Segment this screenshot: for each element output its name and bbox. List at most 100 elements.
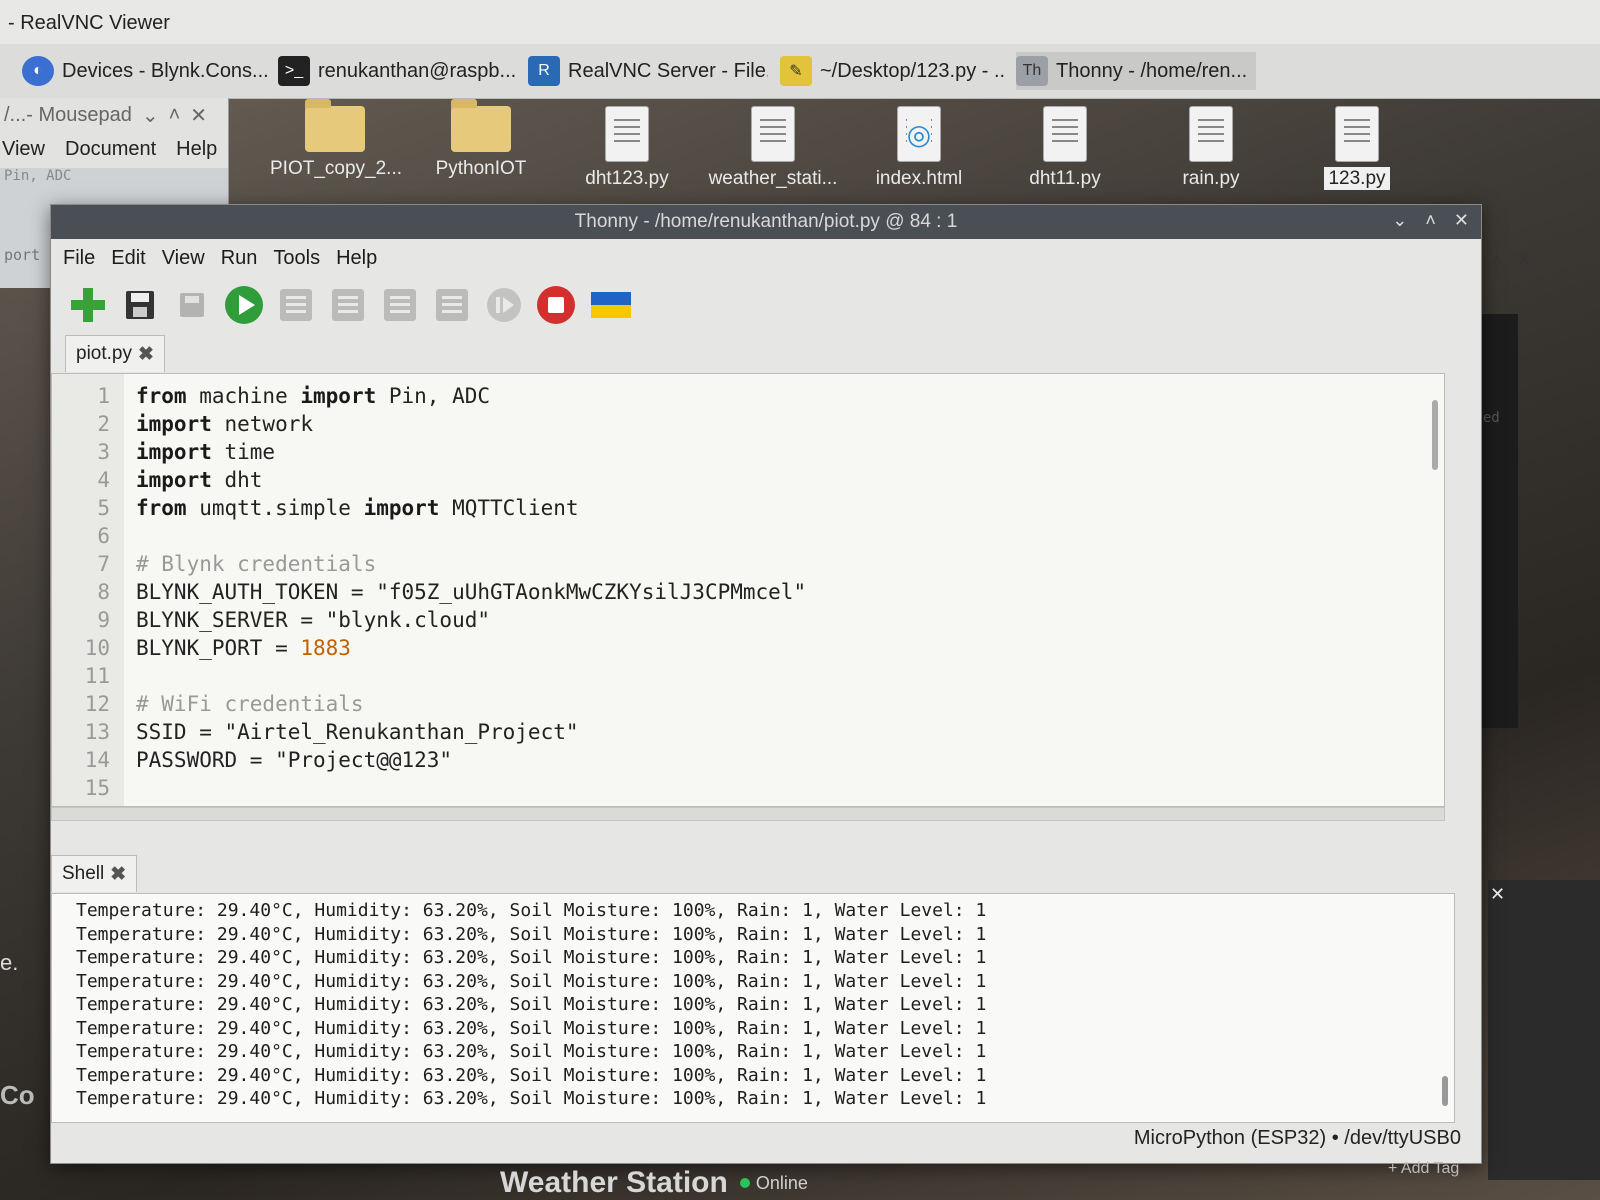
debug-button[interactable] xyxy=(275,284,317,326)
editor-scrollbar[interactable] xyxy=(1430,380,1440,800)
interpreter-status[interactable]: MicroPython (ESP32) • /dev/ttyUSB0 xyxy=(1134,1127,1461,1150)
code-text: # Blynk credentials xyxy=(136,552,377,576)
text-file-icon xyxy=(1335,106,1379,162)
shell-line: Temperature: 29.40°C, Humidity: 63.20%, … xyxy=(76,994,987,1015)
menu-view[interactable]: View xyxy=(162,247,205,270)
close-icon[interactable]: ✕ xyxy=(1490,884,1505,905)
line-number: 12 xyxy=(84,692,110,716)
shell-scrollbar[interactable] xyxy=(1440,898,1450,1116)
save-button[interactable] xyxy=(119,284,161,326)
maximize-icon[interactable]: ˄ xyxy=(1492,250,1503,271)
maximize-icon[interactable]: ˄ xyxy=(169,104,181,127)
stop-icon xyxy=(537,286,575,324)
desktop-icon-123[interactable]: 123.py xyxy=(1292,98,1422,190)
shell-line: Temperature: 29.40°C, Humidity: 63.20%, … xyxy=(76,947,987,968)
terminal-icon: >_ xyxy=(278,56,310,86)
folder-icon xyxy=(451,99,511,152)
text-file-icon xyxy=(1043,106,1087,162)
new-file-button[interactable] xyxy=(67,284,109,326)
run-button[interactable] xyxy=(223,284,265,326)
taskbar-item-realvnc[interactable]: R RealVNC Server - File... xyxy=(528,52,768,90)
code-text: import time xyxy=(136,440,276,464)
ukraine-flag-icon xyxy=(591,292,631,318)
line-number: 1 xyxy=(97,384,110,408)
code-text: from machine import Pin, ADC xyxy=(136,384,491,408)
editor-icon: ✎ xyxy=(780,56,812,86)
code-text: SSID = "Airtel_Renukanthan_Project" xyxy=(136,720,579,744)
add-tag-button[interactable]: + Add Tag xyxy=(1388,1160,1459,1178)
tab-piot-py[interactable]: piot.py ✖ xyxy=(65,335,165,372)
close-tab-icon[interactable]: ✖ xyxy=(138,343,154,366)
code-line: 11 xyxy=(52,662,1444,690)
close-icon[interactable]: ✕ xyxy=(190,103,207,128)
menu-file[interactable]: File xyxy=(63,247,95,270)
desktop-icon-piot-copy[interactable]: PIOT_copy_2... xyxy=(270,98,402,180)
desktop-icon-index-html[interactable]: ◎ index.html xyxy=(854,98,984,190)
line-number: 11 xyxy=(84,664,110,688)
menu-view[interactable]: View xyxy=(2,138,45,161)
resume-button[interactable] xyxy=(483,284,525,326)
taskbar-item-mousepad[interactable]: ✎ ~/Desktop/123.py - ... xyxy=(780,52,1004,90)
shell-output[interactable]: Temperature: 29.40°C, Humidity: 63.20%, … xyxy=(51,893,1455,1123)
shell-line: Temperature: 29.40°C, Humidity: 63.20%, … xyxy=(76,900,987,921)
run-icon xyxy=(225,286,263,324)
desktop-icon-dht123[interactable]: dht123.py xyxy=(562,98,692,190)
shell-line: Temperature: 29.40°C, Humidity: 63.20%, … xyxy=(76,923,987,945)
maximize-icon[interactable]: ˄ xyxy=(1425,210,1436,231)
text-file-icon xyxy=(751,106,795,162)
line-number: 8 xyxy=(97,580,110,604)
line-number: 4 xyxy=(97,468,110,492)
mousepad-menubar: View Document Help xyxy=(0,132,217,166)
taskbar-item-blynk[interactable]: ◐ Devices - Blynk.Cons... xyxy=(22,52,272,90)
shell-line: Temperature: 29.40°C, Humidity: 63.20%, … xyxy=(76,1041,987,1062)
chevron-down-icon[interactable]: ⌄ xyxy=(142,103,159,128)
menu-tools[interactable]: Tools xyxy=(273,247,320,270)
toolbar xyxy=(67,281,635,329)
shell-line: Temperature: 29.40°C, Humidity: 63.20%, … xyxy=(76,1064,987,1086)
close-icon[interactable]: ✕ xyxy=(1517,250,1532,271)
ukraine-flag-button[interactable] xyxy=(587,284,635,326)
background-panel xyxy=(1488,880,1600,1180)
desktop-icon-dht11[interactable]: dht11.py xyxy=(1000,98,1130,190)
desktop-icon-pythoniot[interactable]: PythonIOT xyxy=(416,98,546,180)
menu-help[interactable]: Help xyxy=(176,138,217,161)
load-button[interactable] xyxy=(171,284,213,326)
html-file-icon: ◎ xyxy=(897,106,941,162)
step-over-icon xyxy=(332,289,364,321)
menu-document[interactable]: Document xyxy=(65,138,156,161)
code-text: # WiFi credentials xyxy=(136,692,364,716)
close-icon[interactable]: ✕ xyxy=(1454,210,1469,231)
taskbar-item-terminal[interactable]: >_ renukanthan@raspb... xyxy=(278,52,516,90)
line-number: 7 xyxy=(97,552,110,576)
line-number: 14 xyxy=(84,748,110,772)
stop-button[interactable] xyxy=(535,284,577,326)
menu-run[interactable]: Run xyxy=(221,247,258,270)
menu-edit[interactable]: Edit xyxy=(111,247,145,270)
taskbar-item-thonny[interactable]: Th Thonny - /home/ren... xyxy=(1016,52,1256,90)
code-line: 6 xyxy=(52,522,1444,550)
code-editor[interactable]: 1 from machine import Pin, ADC 2 import net… xyxy=(51,373,1445,807)
vnc-title: - RealVNC Viewer xyxy=(8,12,170,34)
folder-icon xyxy=(305,99,365,152)
minimize-icon[interactable]: ⌄ xyxy=(1392,210,1407,231)
tab-shell[interactable]: Shell ✖ xyxy=(51,855,138,892)
desktop-icon-weather-station[interactable]: weather_stati... xyxy=(708,98,838,190)
line-number: 6 xyxy=(97,524,110,548)
code-line: 14 PASSWORD = "Project@@123" xyxy=(52,746,1444,774)
thonny-icon: Th xyxy=(1016,56,1048,86)
browser-icon: ◐ xyxy=(22,56,54,86)
menu-help[interactable]: Help xyxy=(336,247,377,270)
code-text: import network xyxy=(136,412,314,436)
step-out-button[interactable] xyxy=(431,284,473,326)
code-line: 9 BLYNK_SERVER = "blynk.cloud" xyxy=(52,606,1444,634)
window-title: Thonny - /home/renukanthan/piot.py @ 84 … xyxy=(574,211,958,232)
code-line: 15 xyxy=(52,774,1444,802)
step-into-button[interactable] xyxy=(379,284,421,326)
editor-horizontal-scrollbar[interactable] xyxy=(51,807,1445,821)
code-line: 1 from machine import Pin, ADC xyxy=(52,382,1444,410)
code-text: PASSWORD = "Project@@123" xyxy=(136,748,453,772)
desktop-icon-rain[interactable]: rain.py xyxy=(1146,98,1276,190)
close-tab-icon[interactable]: ✖ xyxy=(110,863,126,886)
step-over-button[interactable] xyxy=(327,284,369,326)
code-line: 8 BLYNK_AUTH_TOKEN = "f05Z_uUhGTAonkMwCZK… xyxy=(52,578,1444,606)
